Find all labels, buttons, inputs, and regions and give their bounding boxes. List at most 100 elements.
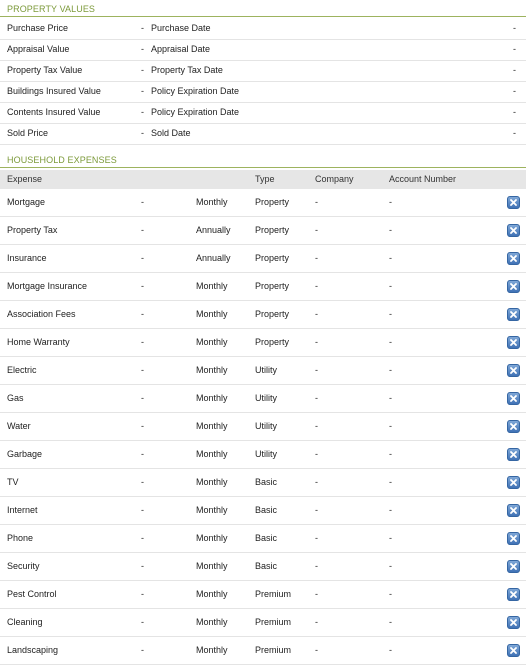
expense-company: -	[315, 197, 318, 207]
expense-company: -	[315, 225, 318, 235]
property-value-amount: -	[141, 128, 144, 138]
close-x-icon	[510, 451, 517, 458]
delete-expense-button[interactable]	[507, 616, 520, 629]
expense-row: TV - Monthly Basic - -	[0, 469, 526, 497]
delete-expense-button[interactable]	[507, 448, 520, 461]
expense-frequency: Monthly	[196, 561, 228, 571]
expense-type: Basic	[255, 533, 278, 543]
close-x-icon	[510, 479, 517, 486]
close-x-icon	[510, 423, 517, 430]
expense-frequency: Monthly	[196, 617, 228, 627]
expense-name: Garbage	[7, 449, 43, 459]
expense-account-number: -	[389, 561, 392, 571]
property-date-label: Sold Date	[151, 128, 191, 138]
delete-expense-button[interactable]	[507, 196, 520, 209]
expense-amount: -	[141, 253, 144, 263]
delete-expense-button[interactable]	[507, 252, 520, 265]
delete-expense-button[interactable]	[507, 644, 520, 657]
expense-frequency: Monthly	[196, 645, 228, 655]
property-date-label: Policy Expiration Date	[151, 107, 240, 117]
property-date-value: -	[513, 86, 516, 96]
expense-company: -	[315, 421, 318, 431]
expense-account-number: -	[389, 645, 392, 655]
expense-type: Utility	[255, 449, 277, 459]
expense-frequency: Monthly	[196, 309, 228, 319]
close-x-icon	[510, 507, 517, 514]
expense-type: Utility	[255, 393, 277, 403]
expense-company: -	[315, 309, 318, 319]
delete-expense-button[interactable]	[507, 420, 520, 433]
expense-company: -	[315, 477, 318, 487]
delete-expense-button[interactable]	[507, 364, 520, 377]
expense-name: Cleaning	[7, 617, 43, 627]
close-x-icon	[510, 255, 517, 262]
header-expense: Expense	[7, 174, 43, 184]
expense-account-number: -	[389, 477, 392, 487]
expense-company: -	[315, 505, 318, 515]
expense-account-number: -	[389, 365, 392, 375]
expense-frequency: Monthly	[196, 449, 228, 459]
close-x-icon	[510, 619, 517, 626]
expense-name: Electric	[7, 365, 37, 375]
expense-name: Insurance	[7, 253, 47, 263]
expense-name: Home Warranty	[7, 337, 70, 347]
delete-expense-button[interactable]	[507, 392, 520, 405]
expense-name: Pest Control	[7, 589, 57, 599]
expense-company: -	[315, 561, 318, 571]
expense-name: Gas	[7, 393, 24, 403]
expense-row: Garbage - Monthly Utility - -	[0, 441, 526, 469]
expense-account-number: -	[389, 337, 392, 347]
expense-row: Phone - Monthly Basic - -	[0, 525, 526, 553]
expense-name: TV	[7, 477, 19, 487]
expense-frequency: Monthly	[196, 533, 228, 543]
expense-account-number: -	[389, 309, 392, 319]
expense-company: -	[315, 533, 318, 543]
expense-account-number: -	[389, 197, 392, 207]
property-value-amount: -	[141, 107, 144, 117]
close-x-icon	[510, 227, 517, 234]
property-value-row: Purchase Price - Purchase Date -	[0, 18, 526, 40]
expense-account-number: -	[389, 533, 392, 543]
header-company: Company	[315, 174, 354, 184]
delete-expense-button[interactable]	[507, 224, 520, 237]
expense-frequency: Monthly	[196, 477, 228, 487]
delete-expense-button[interactable]	[507, 532, 520, 545]
close-x-icon	[510, 311, 517, 318]
expense-type: Premium	[255, 617, 292, 627]
delete-expense-button[interactable]	[507, 560, 520, 573]
expense-type: Basic	[255, 477, 278, 487]
expense-frequency: Monthly	[196, 337, 228, 347]
expense-type: Premium	[255, 645, 292, 655]
close-x-icon	[510, 283, 517, 290]
expense-amount: -	[141, 505, 144, 515]
delete-expense-button[interactable]	[507, 308, 520, 321]
expense-company: -	[315, 393, 318, 403]
property-value-amount: -	[141, 86, 144, 96]
expense-name: Security	[7, 561, 40, 571]
expense-frequency: Monthly	[196, 393, 228, 403]
delete-expense-button[interactable]	[507, 336, 520, 349]
expense-row: Pest Control - Monthly Premium - -	[0, 581, 526, 609]
household-expenses-divider	[0, 167, 526, 168]
expense-amount: -	[141, 281, 144, 291]
property-date-label: Appraisal Date	[151, 44, 211, 54]
expense-account-number: -	[389, 225, 392, 235]
delete-expense-button[interactable]	[507, 588, 520, 601]
close-x-icon	[510, 535, 517, 542]
expense-amount: -	[141, 197, 144, 207]
expense-amount: -	[141, 645, 144, 655]
property-value-row: Contents Insured Value - Policy Expiration…	[0, 102, 526, 124]
expense-name: Mortgage	[7, 197, 46, 207]
header-type: Type	[255, 174, 275, 184]
expense-type: Property	[255, 253, 290, 263]
expense-account-number: -	[389, 505, 392, 515]
expense-company: -	[315, 253, 318, 263]
expense-company: -	[315, 617, 318, 627]
expense-row: Internet - Monthly Basic - -	[0, 497, 526, 525]
property-value-amount: -	[141, 44, 144, 54]
expense-amount: -	[141, 477, 144, 487]
delete-expense-button[interactable]	[507, 280, 520, 293]
expense-type: Basic	[255, 505, 278, 515]
delete-expense-button[interactable]	[507, 476, 520, 489]
delete-expense-button[interactable]	[507, 504, 520, 517]
